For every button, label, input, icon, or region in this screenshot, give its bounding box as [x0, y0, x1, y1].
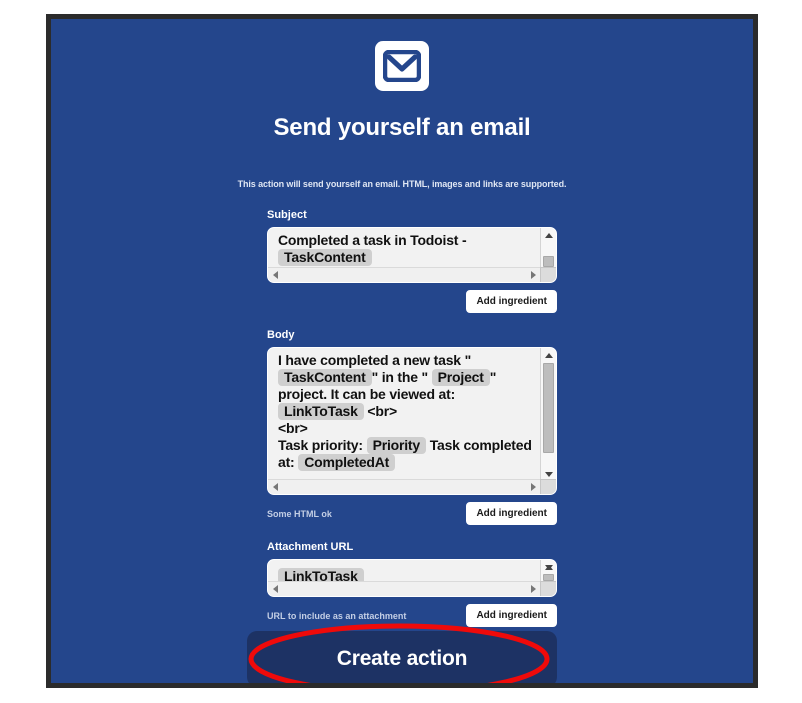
scroll-up-arrow-icon[interactable] [541, 349, 556, 361]
body-add-ingredient-button[interactable]: Add ingredient [466, 502, 557, 525]
body-line3: project. It can be viewed at: [278, 386, 456, 402]
body-line2-mid: " in the " [371, 369, 429, 385]
scroll-right-arrow-icon[interactable] [527, 582, 540, 596]
attachment-input[interactable]: LinkToTask [267, 559, 557, 597]
subject-add-ingredient-button[interactable]: Add ingredient [466, 290, 557, 313]
subject-input[interactable]: Completed a task in Todoist - TaskConten… [267, 227, 557, 283]
scroll-up-arrow-icon[interactable] [541, 229, 556, 241]
body-line2-end: " [489, 369, 497, 385]
attachment-horizontal-scrollbar[interactable] [268, 581, 556, 596]
scroll-right-arrow-icon[interactable] [527, 480, 540, 494]
subject-actions-row: Add ingredient [267, 290, 557, 313]
scrollbar-corner [540, 479, 556, 494]
body-label: Body [267, 329, 295, 341]
body-vertical-scroll-thumb[interactable] [543, 363, 554, 453]
body-value: I have completed a new task " TaskConten… [278, 352, 534, 471]
scroll-right-arrow-icon[interactable] [527, 268, 540, 282]
field-body: Body I have completed a new task " TaskC… [267, 329, 557, 525]
create-action-button[interactable]: Create action [247, 631, 557, 683]
scroll-down-arrow-icon[interactable] [541, 561, 556, 573]
attachment-vertical-scrollbar[interactable] [540, 560, 556, 583]
body-helper: Some HTML ok [267, 508, 332, 519]
submit-row: Create action [51, 631, 753, 683]
app-logo-container [51, 41, 753, 91]
body-line5: <br> [278, 420, 308, 436]
ingredient-token-taskcontent[interactable]: TaskContent [278, 369, 372, 386]
scrollbar-corner [540, 267, 556, 282]
scroll-left-arrow-icon[interactable] [269, 582, 282, 596]
subject-vertical-scroll-thumb[interactable] [543, 256, 554, 267]
attachment-helper: URL to include as an attachment [267, 610, 407, 621]
body-vertical-scrollbar[interactable] [540, 348, 556, 481]
subject-vertical-scrollbar[interactable] [540, 228, 556, 269]
scroll-left-arrow-icon[interactable] [269, 268, 282, 282]
action-form: Subject Completed a task in Todoist - Ta… [267, 209, 557, 643]
body-line4-tail: <br> [367, 403, 397, 419]
attachment-actions-row: URL to include as an attachment Add ingr… [267, 604, 557, 627]
subject-label: Subject [267, 209, 307, 221]
ingredient-token-completedat[interactable]: CompletedAt [298, 454, 396, 471]
subject-horizontal-scrollbar[interactable] [268, 267, 556, 282]
body-line1-pre: I have completed a new task " [278, 352, 472, 368]
ingredient-token-project[interactable]: Project [431, 369, 490, 386]
attachment-vertical-scroll-thumb[interactable] [543, 574, 554, 581]
gmail-envelope-m-icon [375, 41, 429, 91]
attachment-add-ingredient-button[interactable]: Add ingredient [466, 604, 557, 627]
page-title: Send yourself an email [273, 114, 531, 141]
ingredient-token-priority[interactable]: Priority [366, 437, 426, 454]
body-actions-row: Some HTML ok Add ingredient [267, 502, 557, 525]
attachment-label: Attachment URL [267, 541, 354, 553]
body-horizontal-scrollbar[interactable] [268, 479, 556, 494]
field-subject: Subject Completed a task in Todoist - Ta… [267, 209, 557, 313]
field-attachment-url: Attachment URL LinkToTask URL to include… [267, 541, 557, 627]
subject-value: Completed a task in Todoist - TaskConten… [278, 232, 534, 266]
body-line6-pre: Task priority: [278, 437, 363, 453]
subject-text: Completed a task in Todoist - [278, 232, 467, 248]
ingredient-token-taskcontent[interactable]: TaskContent [278, 249, 372, 266]
browser-frame: Send yourself an email This action will … [46, 14, 758, 688]
scrollbar-corner [540, 581, 556, 596]
scroll-left-arrow-icon[interactable] [269, 480, 282, 494]
app-screen: Send yourself an email This action will … [51, 19, 753, 683]
page-subtitle: This action will send yourself an email.… [237, 179, 567, 189]
body-line6-mid: Task [429, 437, 460, 453]
body-input[interactable]: I have completed a new task " TaskConten… [267, 347, 557, 495]
ingredient-token-linktotask[interactable]: LinkToTask [278, 403, 364, 420]
